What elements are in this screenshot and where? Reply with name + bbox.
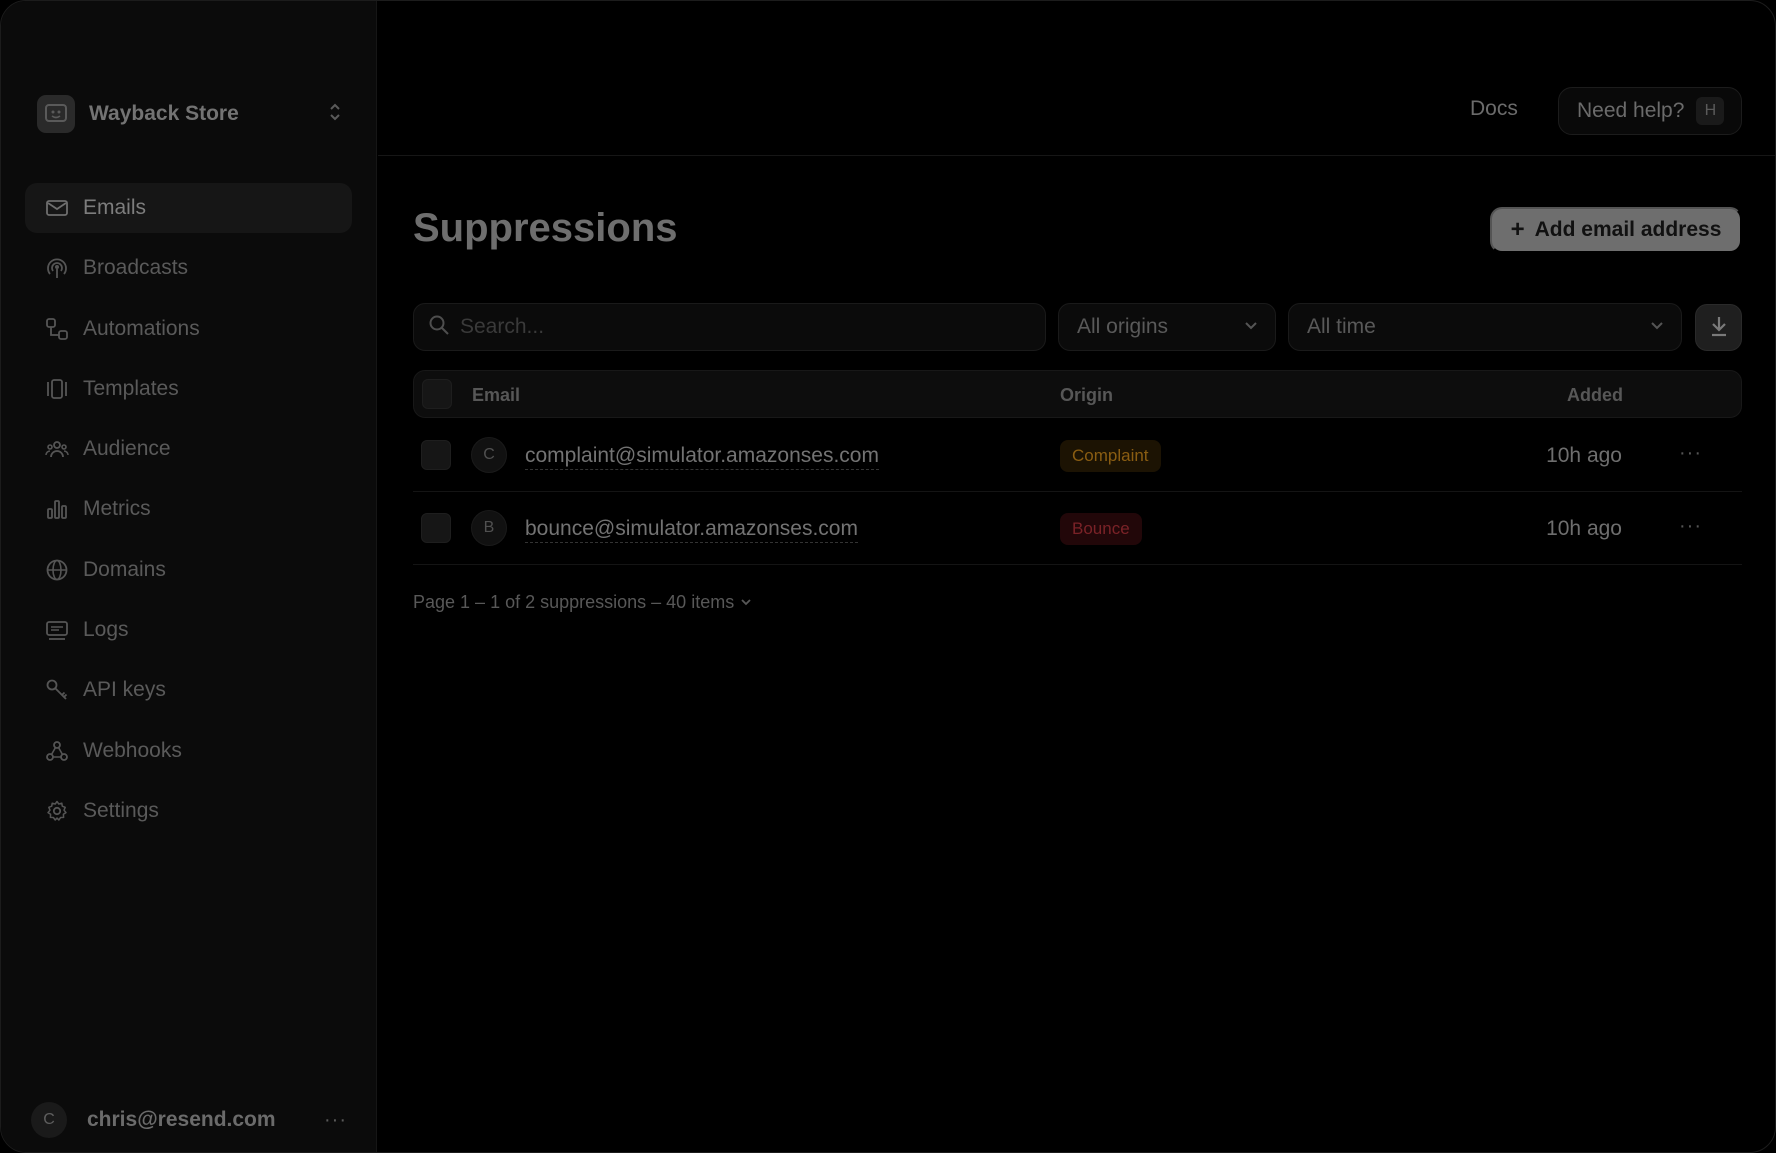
search-input[interactable] — [460, 315, 1020, 339]
more-icon[interactable]: ··· — [1679, 515, 1702, 538]
sidebar: Wayback Store Emails Broadcasts Automati… — [1, 1, 377, 1152]
sidebar-item-label: Templates — [83, 376, 179, 400]
avatar: B — [471, 510, 507, 546]
add-email-address-label: Add email address — [1534, 218, 1722, 241]
audience-icon — [45, 437, 69, 461]
pagination[interactable]: Page 1 – 1 of 2 suppressions – 40 items — [413, 592, 752, 613]
sidebar-item-label: Settings — [83, 798, 159, 822]
plus-icon: + — [1510, 216, 1525, 243]
table-row[interactable]: C complaint@simulator.amazonses.com Comp… — [413, 418, 1742, 492]
webhook-icon — [45, 739, 69, 763]
avatar: C — [31, 1102, 67, 1138]
page-title: Suppressions — [413, 206, 678, 250]
user-menu[interactable]: C chris@resend.com ··· — [31, 1101, 347, 1139]
sidebar-nav: Emails Broadcasts Automations Templates — [25, 183, 352, 846]
user-email: chris@resend.com — [87, 1108, 276, 1131]
table-row[interactable]: B bounce@simulator.amazonses.com Bounce … — [413, 491, 1742, 565]
need-help-button[interactable]: Need help? H — [1558, 87, 1742, 135]
sidebar-item-label: Webhooks — [83, 738, 182, 762]
sidebar-item-emails[interactable]: Emails — [25, 183, 352, 233]
column-origin: Origin — [1060, 385, 1113, 405]
select-all-checkbox[interactable] — [422, 379, 452, 409]
origins-select[interactable]: All origins — [1058, 303, 1276, 351]
row-checkbox[interactable] — [421, 513, 451, 543]
pagination-text: Page 1 – 1 of 2 suppressions – 40 items — [413, 592, 735, 612]
avatar: C — [471, 437, 507, 473]
sidebar-item-metrics[interactable]: Metrics — [25, 484, 352, 534]
sidebar-item-automations[interactable]: Automations — [25, 304, 352, 354]
sidebar-item-audience[interactable]: Audience — [25, 424, 352, 474]
more-icon[interactable]: ··· — [1679, 442, 1702, 465]
add-email-address-button[interactable]: + Add email address — [1490, 207, 1742, 253]
column-email: Email — [472, 385, 521, 405]
app-window: Wayback Store Emails Broadcasts Automati… — [0, 0, 1776, 1153]
team-logo-icon — [37, 95, 75, 133]
sidebar-item-label: Broadcasts — [83, 256, 189, 280]
chevron-down-icon — [1243, 315, 1259, 339]
search-icon — [428, 314, 450, 341]
row-email[interactable]: complaint@simulator.amazonses.com — [525, 444, 879, 470]
chevron-down-icon — [1649, 315, 1665, 339]
broadcast-icon — [45, 256, 69, 280]
row-checkbox[interactable] — [421, 440, 451, 470]
column-added: Added — [1567, 385, 1623, 405]
template-icon — [45, 377, 69, 401]
shortcut-key: H — [1696, 97, 1725, 125]
origin-badge: Bounce — [1060, 513, 1142, 545]
sidebar-item-label: Automations — [83, 316, 200, 340]
docs-link[interactable]: Docs — [1470, 97, 1518, 121]
team-switcher[interactable]: Wayback Store — [37, 93, 343, 135]
sidebar-item-api-keys[interactable]: API keys — [25, 665, 352, 715]
mail-icon — [45, 196, 69, 220]
sidebar-item-label: API keys — [83, 678, 166, 702]
download-button[interactable] — [1695, 304, 1742, 351]
sidebar-item-label: Emails — [83, 196, 147, 219]
logs-icon — [45, 618, 69, 642]
sidebar-item-domains[interactable]: Domains — [25, 545, 352, 595]
sidebar-item-label: Domains — [83, 557, 166, 581]
chevron-up-down-icon — [327, 101, 343, 128]
sidebar-item-label: Audience — [83, 437, 171, 461]
automation-icon — [45, 317, 69, 341]
search-field[interactable] — [413, 303, 1046, 351]
row-email[interactable]: bounce@simulator.amazonses.com — [525, 517, 858, 543]
more-icon[interactable]: ··· — [324, 1109, 347, 1132]
gear-icon — [45, 799, 69, 823]
team-name: Wayback Store — [89, 102, 239, 125]
download-icon — [1708, 314, 1730, 341]
sidebar-item-label: Logs — [83, 618, 129, 642]
time-range-select[interactable]: All time — [1288, 303, 1682, 351]
origins-select-value: All origins — [1077, 315, 1169, 338]
table-header: Email Origin Added — [413, 370, 1742, 418]
chevron-down-icon — [740, 592, 752, 613]
sidebar-item-label: Metrics — [83, 497, 151, 521]
sidebar-item-webhooks[interactable]: Webhooks — [25, 726, 352, 776]
sidebar-item-broadcasts[interactable]: Broadcasts — [25, 243, 352, 293]
key-icon — [45, 678, 69, 702]
globe-icon — [45, 558, 69, 582]
sidebar-item-logs[interactable]: Logs — [25, 605, 352, 655]
time-range-select-value: All time — [1307, 315, 1376, 338]
need-help-label: Need help? — [1577, 99, 1685, 122]
metrics-icon — [45, 497, 69, 521]
sidebar-item-templates[interactable]: Templates — [25, 364, 352, 414]
row-added: 10h ago — [1546, 517, 1622, 540]
row-added: 10h ago — [1546, 444, 1622, 467]
origin-badge: Complaint — [1060, 440, 1161, 472]
sidebar-item-settings[interactable]: Settings — [25, 786, 352, 836]
